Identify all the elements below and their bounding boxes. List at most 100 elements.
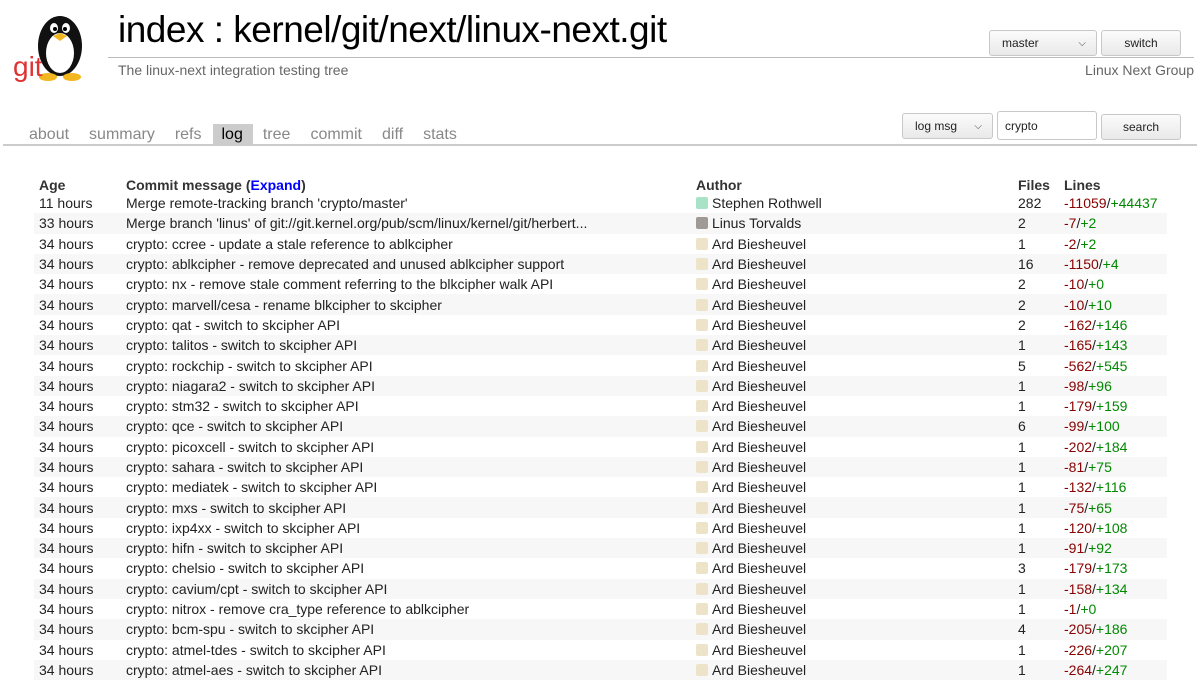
- avatar-icon: [696, 400, 708, 413]
- commit-message-link[interactable]: crypto: hifn - switch to skcipher API: [121, 538, 691, 559]
- tab-commit[interactable]: commit: [301, 124, 372, 145]
- commit-message-link[interactable]: crypto: sahara - switch to skcipher API: [121, 456, 691, 478]
- commit-files: 1: [1013, 538, 1059, 559]
- lines-added: +92: [1088, 540, 1112, 557]
- commit-age: 34 hours: [39, 479, 94, 496]
- avatar-icon: [696, 217, 708, 230]
- commit-message-link[interactable]: crypto: chelsio - switch to skcipher API: [121, 558, 691, 578]
- commit-row[interactable]: 34 hours crypto: ablkcipher - remove depr…: [34, 253, 1167, 275]
- avatar-icon: [696, 440, 708, 453]
- commit-age: 34 hours: [39, 276, 94, 293]
- column-author: Author: [696, 177, 742, 193]
- author-name: Ard Biesheuvel: [712, 316, 807, 333]
- tab-log[interactable]: log: [212, 124, 253, 145]
- commit-message-link[interactable]: crypto: ablkcipher - remove deprecated a…: [121, 253, 691, 275]
- commit-row[interactable]: 34 hours crypto: mxs - switch to skcipher…: [34, 497, 1167, 518]
- tab-refs[interactable]: refs: [166, 124, 212, 145]
- commit-age: 11 hours: [39, 195, 93, 212]
- commit-age: 34 hours: [39, 641, 94, 658]
- commit-row[interactable]: 34 hours crypto: hifn - switch to skciphe…: [34, 538, 1167, 559]
- commit-row[interactable]: 11 hours Merge remote-tracking branch 'cr…: [34, 193, 1167, 213]
- lines-removed: -179: [1064, 398, 1093, 415]
- author-name: Ard Biesheuvel: [712, 621, 807, 638]
- lines-added: +2: [1080, 215, 1097, 232]
- lines-removed: -7: [1064, 215, 1077, 232]
- author-name: Ard Biesheuvel: [712, 580, 807, 597]
- commit-message-link[interactable]: crypto: nx - remove stale comment referr…: [121, 274, 691, 294]
- commit-message-link[interactable]: crypto: stm32 - switch to skcipher API: [121, 396, 691, 416]
- commit-row[interactable]: 34 hours crypto: qat - switch to skcipher…: [34, 315, 1167, 335]
- author-name: Ard Biesheuvel: [712, 438, 807, 455]
- commit-message-link[interactable]: crypto: atmel-aes - switch to skcipher A…: [121, 659, 691, 680]
- commit-row[interactable]: 34 hours crypto: bcm-spu - switch to skci…: [34, 619, 1167, 640]
- commit-row[interactable]: 34 hours crypto: picoxcell - switch to sk…: [34, 437, 1167, 457]
- commit-message-link[interactable]: crypto: mxs - switch to skcipher API: [121, 497, 691, 518]
- commit-message-link[interactable]: crypto: marvell/cesa - rename blkcipher …: [121, 294, 691, 315]
- commit-message-link[interactable]: crypto: qce - switch to skcipher API: [121, 416, 691, 437]
- tab-diff[interactable]: diff: [373, 124, 413, 145]
- commit-row[interactable]: 34 hours crypto: marvell/cesa - rename bl…: [34, 294, 1167, 315]
- commit-row[interactable]: 34 hours crypto: cavium/cpt - switch to s…: [34, 578, 1167, 599]
- author-name: Ard Biesheuvel: [712, 276, 807, 293]
- commit-row[interactable]: 34 hours crypto: mediatek - switch to skc…: [34, 477, 1167, 497]
- commit-message-link[interactable]: crypto: ixp4xx - switch to skcipher API: [121, 518, 691, 538]
- search-mode-select[interactable]: log msg ⌵: [902, 113, 993, 139]
- avatar-icon: [696, 562, 708, 575]
- commit-row[interactable]: 34 hours crypto: nitrox - remove cra_type…: [34, 599, 1167, 619]
- commit-message-link[interactable]: crypto: qat - switch to skcipher API: [121, 315, 691, 335]
- commit-row[interactable]: 34 hours crypto: atmel-aes - switch to sk…: [34, 659, 1167, 680]
- commit-message-link[interactable]: Merge branch 'linus' of git://git.kernel…: [121, 213, 691, 234]
- tab-tree[interactable]: tree: [254, 124, 301, 145]
- author-name: Ard Biesheuvel: [712, 296, 807, 313]
- expand-link[interactable]: Expand: [250, 177, 301, 193]
- commit-row[interactable]: 33 hours Merge branch 'linus' of git://gi…: [34, 213, 1167, 234]
- commit-message-link[interactable]: crypto: talitos - switch to skcipher API: [121, 335, 691, 356]
- tab-summary[interactable]: summary: [80, 124, 165, 145]
- commit-lines: -1150/+4: [1059, 253, 1167, 275]
- commit-row[interactable]: 34 hours crypto: talitos - switch to skci…: [34, 335, 1167, 356]
- commit-row[interactable]: 34 hours crypto: nx - remove stale commen…: [34, 274, 1167, 294]
- commit-row[interactable]: 34 hours crypto: atmel-tdes - switch to s…: [34, 640, 1167, 660]
- commit-age: 34 hours: [34, 659, 121, 680]
- commit-row[interactable]: 34 hours crypto: chelsio - switch to skci…: [34, 558, 1167, 578]
- commit-lines: -11059/+44437: [1064, 195, 1158, 212]
- avatar-icon: [696, 542, 708, 555]
- commit-row[interactable]: 34 hours crypto: stm32 - switch to skciph…: [34, 396, 1167, 416]
- commit-message-link[interactable]: crypto: rockchip - switch to skcipher AP…: [121, 355, 691, 375]
- author-name: Ard Biesheuvel: [712, 479, 807, 496]
- chevron-down-icon: ⌵: [974, 120, 982, 132]
- commit-lines: -120/+108: [1064, 519, 1128, 536]
- commit-message-link[interactable]: crypto: nitrox - remove cra_type referen…: [121, 599, 691, 619]
- commit-message-link[interactable]: Merge remote-tracking branch 'crypto/mas…: [121, 193, 691, 213]
- commit-row[interactable]: 34 hours crypto: rockchip - switch to skc…: [34, 355, 1167, 375]
- commit-row[interactable]: 34 hours crypto: qce - switch to skcipher…: [34, 416, 1167, 437]
- commit-age: 34 hours: [39, 398, 94, 415]
- commit-message-link[interactable]: crypto: cavium/cpt - switch to skcipher …: [121, 578, 691, 599]
- tab-about[interactable]: about: [20, 124, 79, 145]
- commit-row[interactable]: 34 hours crypto: niagara2 - switch to skc…: [34, 375, 1167, 396]
- switch-button[interactable]: switch: [1101, 30, 1181, 56]
- commit-author: Ard Biesheuvel: [691, 558, 1013, 578]
- commit-message-link[interactable]: crypto: atmel-tdes - switch to skcipher …: [121, 640, 691, 660]
- lines-removed: -81: [1064, 459, 1085, 475]
- commit-age: 34 hours: [34, 578, 121, 599]
- commit-message-link[interactable]: crypto: niagara2 - switch to skcipher AP…: [121, 375, 691, 396]
- commit-lines: -75/+65: [1059, 497, 1167, 518]
- commit-row[interactable]: 34 hours crypto: ccree - update a stale r…: [34, 234, 1167, 254]
- commit-row[interactable]: 34 hours crypto: sahara - switch to skcip…: [34, 456, 1167, 478]
- lines-removed: -205: [1064, 621, 1093, 638]
- commit-message-link[interactable]: crypto: bcm-spu - switch to skcipher API: [121, 619, 691, 640]
- commit-lines: -132/+116: [1064, 479, 1127, 496]
- repo-link[interactable]: kernel/git/next/linux-next.git: [233, 9, 667, 50]
- branch-select[interactable]: master ⌵: [989, 30, 1097, 56]
- commit-row[interactable]: 34 hours crypto: ixp4xx - switch to skcip…: [34, 518, 1167, 538]
- search-button[interactable]: search: [1101, 114, 1181, 140]
- commit-message-link[interactable]: crypto: picoxcell - switch to skcipher A…: [121, 437, 691, 457]
- commit-message-link[interactable]: crypto: ccree - update a stale reference…: [121, 234, 691, 254]
- commit-message-link[interactable]: crypto: mediatek - switch to skcipher AP…: [121, 477, 691, 497]
- commit-files: 1: [1013, 375, 1059, 396]
- commit-age: 34 hours: [34, 253, 121, 275]
- commit-files: 1: [1018, 479, 1026, 496]
- tab-stats[interactable]: stats: [414, 124, 467, 145]
- search-input[interactable]: crypto: [997, 111, 1097, 140]
